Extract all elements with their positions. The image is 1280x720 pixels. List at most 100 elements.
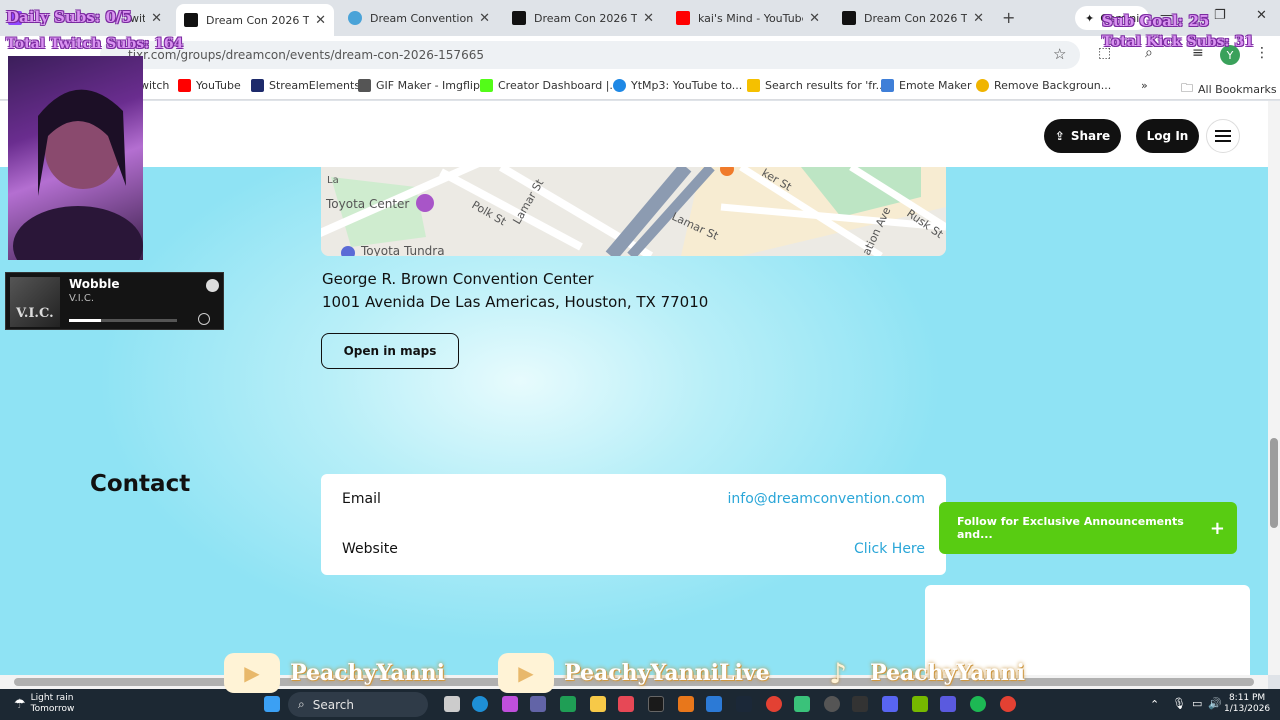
bookmark-twitch[interactable]: witch [140, 79, 169, 92]
discord-icon[interactable] [882, 696, 898, 712]
hamburger-menu-button[interactable] [1206, 119, 1240, 153]
song-progress-track [69, 319, 177, 322]
website-label: Website [342, 541, 398, 557]
contact-card: Email info@dreamconvention.com Website C… [321, 474, 946, 575]
map-label: Toyota Center [325, 197, 409, 211]
youtube-play-icon: ▶ [498, 653, 554, 693]
volume-icon[interactable]: 🔊 [1208, 697, 1222, 710]
file-explorer-icon[interactable] [590, 696, 606, 712]
terminal-icon[interactable] [648, 696, 664, 712]
follow-announcements-button[interactable]: Follow for Exclusive Announcements and..… [939, 502, 1237, 554]
youtube-icon [676, 11, 690, 25]
copilot-icon[interactable] [502, 696, 518, 712]
network-icon[interactable]: ▭ [1192, 697, 1202, 710]
taskbar-clock[interactable]: 8:11 PM 1/13/2026 [1224, 693, 1270, 715]
close-icon[interactable]: ✕ [643, 11, 654, 26]
obs-icon[interactable] [824, 696, 840, 712]
bookmark-ytmp3[interactable]: YtMp3: YouTube to... [613, 79, 742, 92]
bookmark-search-results[interactable]: Search results for 'fr... [747, 79, 886, 92]
new-tab-icon[interactable]: + [1002, 8, 1015, 27]
store-icon[interactable] [618, 696, 634, 712]
chrome-profile-icon[interactable] [1000, 696, 1016, 712]
overlay-daily-subs: Daily Subs: 0/5 [6, 8, 132, 26]
bookmark-streamelements[interactable]: StreamElements [251, 79, 360, 92]
browser-toolbar: tixr.com/groups/dreamcon/events/dream-co… [0, 36, 1280, 74]
tab-dreamcon-2[interactable]: Dream Con 2026 Tick ✕ [504, 6, 662, 30]
song-artist: V.I.C. [69, 293, 95, 304]
site-header: ⇪ Share Log In [0, 101, 1268, 167]
contact-row-email: Email info@dreamconvention.com [342, 484, 925, 514]
tab-dreamcon-active[interactable]: Dream Con 2026 Tick ✕ [176, 4, 334, 36]
map-label: La [327, 175, 339, 186]
weather-widget[interactable]: ☂ Light rain Tomorrow [14, 693, 74, 715]
website-link[interactable]: Click Here [854, 541, 925, 557]
app-icon[interactable] [940, 696, 956, 712]
steam-icon[interactable] [736, 696, 752, 712]
excel-icon[interactable] [560, 696, 576, 712]
microphone-icon[interactable]: 🎙 [1172, 697, 1186, 710]
taskbar-search[interactable]: ⌕ Search [288, 692, 428, 717]
song-title: Wobble [69, 277, 120, 291]
chrome-icon[interactable] [766, 696, 782, 712]
task-view-icon[interactable] [444, 696, 460, 712]
capcut-icon[interactable] [794, 696, 810, 712]
tab-youtube[interactable]: kai's Mind - YouTube ✕ [668, 6, 828, 30]
share-button[interactable]: ⇪ Share [1044, 119, 1121, 153]
open-in-maps-button[interactable]: Open in maps [321, 333, 459, 369]
close-icon[interactable]: ✕ [973, 11, 984, 26]
email-link[interactable]: info@dreamconvention.com [728, 491, 926, 507]
contact-heading: Contact [90, 471, 191, 497]
tab-dream-convention[interactable]: Dream Convention | H ✕ [340, 6, 498, 30]
hamburger-icon [1215, 130, 1231, 142]
spotify-now-playing: V.I.C. Wobble V.I.C. [5, 272, 224, 330]
spotify-icon[interactable] [970, 696, 986, 712]
tab-dreamcon-3[interactable]: Dream Con 2026 Tick ✕ [834, 6, 992, 30]
tray-chevron-icon[interactable]: ⌃ [1150, 698, 1159, 711]
close-window-icon[interactable]: ✕ [1256, 8, 1267, 23]
address-bar[interactable]: tixr.com/groups/dreamcon/events/dream-co… [100, 41, 1080, 69]
overlay-total-twitch-subs: Total Twitch Subs: 164 [6, 36, 184, 52]
bookmarks-overflow-chevron-icon[interactable]: » [1141, 79, 1148, 92]
search-icon: ⌕ [298, 697, 305, 711]
bookmark-imgflip[interactable]: GIF Maker - Imgflip [358, 79, 480, 92]
tixr-icon [184, 13, 198, 27]
vertical-scrollbar[interactable] [1268, 101, 1280, 675]
maximize-icon[interactable]: ❐ [1214, 8, 1226, 23]
kick-icon [480, 79, 493, 92]
bookmark-youtube[interactable]: YouTube [178, 79, 241, 92]
bookmark-remove-background[interactable]: Remove Backgroun... [976, 79, 1111, 92]
teams-icon[interactable] [530, 696, 546, 712]
page-content: ⇪ Share Log In La Toyota Center Polk St … [0, 101, 1268, 675]
windows-start-icon[interactable] [264, 696, 280, 712]
plus-icon: + [1209, 517, 1225, 539]
webcam-overlay [8, 56, 143, 260]
venue-map[interactable]: La Toyota Center Polk St Lamar St Lamar … [321, 167, 946, 256]
sparkle-icon: ✦ [1085, 11, 1095, 25]
close-icon[interactable]: ✕ [315, 13, 326, 28]
webcam-feed [13, 89, 143, 260]
kebab-menu-icon[interactable]: ⋮ [1255, 45, 1269, 61]
youtube-play-icon: ▶ [224, 653, 280, 693]
close-icon[interactable]: ✕ [479, 11, 490, 26]
bookmark-creator-dashboard[interactable]: Creator Dashboard |... [480, 79, 620, 92]
map-graphic: La Toyota Center Polk St Lamar St Lamar … [321, 167, 946, 256]
app-icon[interactable] [852, 696, 868, 712]
overlay-total-kick-subs: Total Kick Subs: 31 [1102, 34, 1254, 50]
ytmp3-icon [613, 79, 626, 92]
ai-app-icon[interactable] [678, 696, 694, 712]
overlay-sub-goal: Sub Goal: 25 [1102, 12, 1210, 30]
close-icon[interactable]: ✕ [151, 11, 162, 26]
close-icon[interactable]: ✕ [809, 11, 820, 26]
bookmarks-bar: witch YouTube StreamElements GIF Maker -… [0, 74, 1280, 100]
bookmark-star-icon[interactable]: ☆ [1053, 45, 1066, 63]
login-button[interactable]: Log In [1136, 119, 1199, 153]
app-icon[interactable] [706, 696, 722, 712]
overlay-youtube-brand: ▶ PeachyYanni [224, 652, 445, 694]
nvidia-icon[interactable] [912, 696, 928, 712]
vertical-scroll-thumb[interactable] [1270, 438, 1278, 528]
rain-cloud-icon: ☂ [14, 696, 26, 712]
overlay-youtube-live-brand: ▶ PeachyYanniLive [498, 652, 770, 694]
bookmark-emote-maker[interactable]: Emote Maker [881, 79, 971, 92]
bookmark-all-bookmarks[interactable]: 🗀 All Bookmarks [1181, 79, 1277, 100]
edge-icon[interactable] [472, 696, 488, 712]
